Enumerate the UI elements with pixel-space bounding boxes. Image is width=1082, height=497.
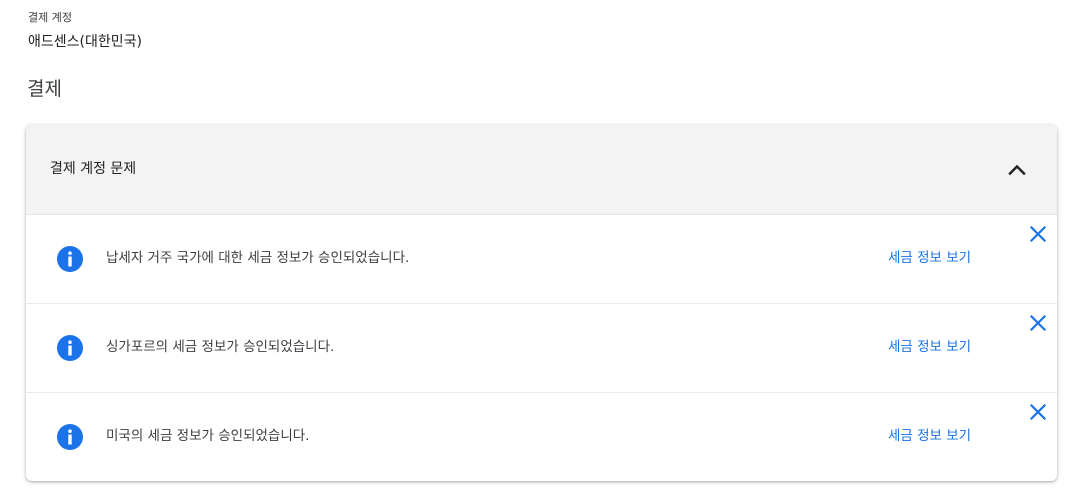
view-tax-info-link[interactable]: 세금 정보 보기 [888,426,971,446]
billing-account-section: 결제 계정 애드센스(대한민국) [28,10,142,52]
billing-issue-row: 미국의 세금 정보가 승인되었습니다. 세금 정보 보기 [26,393,1057,481]
close-icon[interactable] [1027,223,1049,245]
info-icon [56,423,84,451]
chevron-up-icon[interactable] [1004,157,1030,183]
billing-issues-card: 결제 계정 문제 납세자 거주 국가에 대한 세금 정보가 승인되었습니다. 세… [26,125,1057,481]
billing-account-name: 애드센스(대한민국) [28,34,142,50]
issue-message: 미국의 세금 정보가 승인되었습니다. [106,428,310,444]
view-tax-info-link[interactable]: 세금 정보 보기 [888,337,971,357]
info-icon [56,245,84,273]
billing-issues-header[interactable]: 결제 계정 문제 [26,125,1057,215]
billing-account-caption: 결제 계정 [28,11,72,24]
page-title: 결제 [27,78,62,100]
billing-issues-title: 결제 계정 문제 [50,161,137,177]
billing-issue-row: 납세자 거주 국가에 대한 세금 정보가 승인되었습니다. 세금 정보 보기 [26,215,1057,304]
issue-message: 싱가포르의 세금 정보가 승인되었습니다. [106,339,335,355]
close-icon[interactable] [1027,312,1049,334]
info-icon [56,334,84,362]
issue-message: 납세자 거주 국가에 대한 세금 정보가 승인되었습니다. [106,250,410,266]
close-icon[interactable] [1027,401,1049,423]
billing-issue-row: 싱가포르의 세금 정보가 승인되었습니다. 세금 정보 보기 [26,304,1057,393]
view-tax-info-link[interactable]: 세금 정보 보기 [888,248,971,268]
